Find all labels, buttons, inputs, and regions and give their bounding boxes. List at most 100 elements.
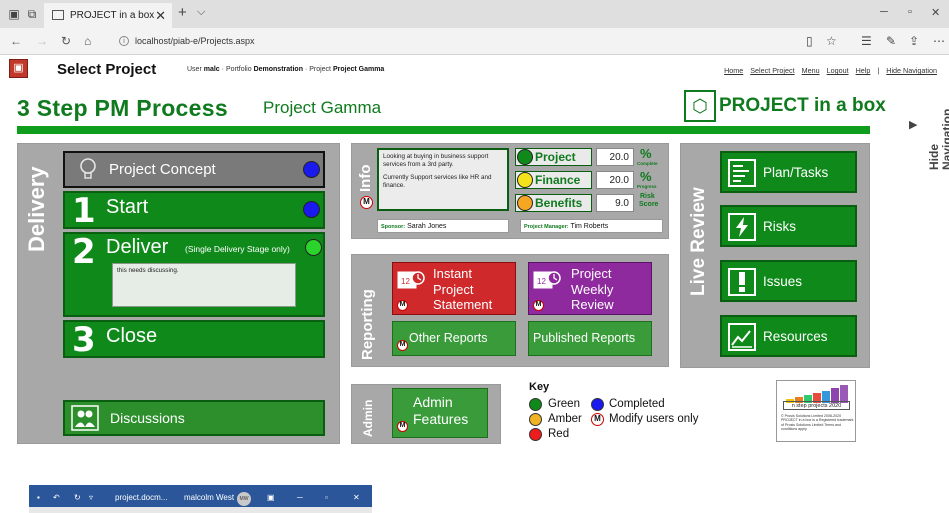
project-manager-name: Tim Roberts	[570, 223, 609, 230]
project-row-label: Project	[535, 150, 576, 164]
modify-key-badge: M	[591, 413, 604, 426]
share-icon[interactable]: ⇪	[909, 34, 919, 48]
deliver-step-button[interactable]: 2 Deliver (Single Delivery Stage only) t…	[63, 232, 325, 317]
link-hide-navigation[interactable]: Hide Navigation	[886, 66, 937, 75]
url-field[interactable]: localhost/piab-e/Projects.aspx	[135, 36, 255, 46]
link-select-project[interactable]: Select Project	[750, 66, 794, 75]
instant-project-statement-button[interactable]: 12 M Instant Project Statement	[392, 262, 516, 315]
finance-status-dot	[517, 172, 533, 188]
red-key-dot	[529, 428, 542, 441]
delivery-label: Delivery	[24, 166, 49, 252]
box-logo-icon[interactable]: ▣	[9, 59, 28, 78]
favorite-star-icon[interactable]: ☆	[826, 34, 837, 48]
minimize-icon[interactable]: ─	[297, 493, 303, 502]
finance-row-label: Finance	[535, 173, 581, 187]
forward-icon[interactable]: →	[36, 34, 48, 48]
reading-view-icon[interactable]: ▯	[806, 34, 813, 48]
ruler	[29, 507, 372, 513]
avatar[interactable]: MW	[237, 492, 251, 506]
concept-status-dot	[303, 161, 320, 178]
amber-key-dot	[529, 413, 542, 426]
published-reports-button[interactable]: Published Reports	[528, 321, 652, 356]
start-step-button[interactable]: 1 Start	[63, 191, 325, 231]
summary-line: Currently Support services like HR and f…	[383, 174, 492, 189]
home-icon[interactable]: ⌂	[84, 34, 91, 48]
more-icon[interactable]: ⋯	[933, 34, 945, 48]
step-number: 3	[72, 320, 96, 360]
benefits-row-label: Benefits	[535, 196, 583, 210]
undo-icon[interactable]: ↶	[53, 493, 60, 502]
close-window-icon[interactable]: ✕	[931, 6, 940, 19]
chevron-down-icon[interactable]: ⌵	[197, 6, 205, 19]
project-concept-button[interactable]: Project Concept	[63, 151, 325, 188]
hide-navigation-toggle[interactable]: ▶ Hide Navigation	[907, 100, 949, 180]
ribbon-display-icon[interactable]: ▣	[267, 493, 275, 502]
green-key-label: Green	[548, 398, 580, 410]
project-title: Project Gamma	[263, 98, 382, 117]
link-help[interactable]: Help	[856, 66, 871, 75]
modify-key-label: Modify users only	[609, 413, 699, 425]
pen-icon[interactable]: ✎	[886, 34, 896, 48]
close-icon[interactable]: ✕	[353, 493, 360, 502]
tab-preview-icon[interactable]: ⧉	[24, 6, 40, 22]
close-label: Close	[106, 325, 158, 347]
close-step-button[interactable]: 3 Close	[63, 320, 325, 360]
plan-tasks-button[interactable]: Plan/Tasks	[720, 151, 857, 193]
modify-users-badge: M	[397, 421, 408, 432]
risks-button[interactable]: Risks	[720, 205, 857, 247]
page-icon	[52, 10, 64, 20]
tasks-icon	[728, 159, 756, 187]
save-icon[interactable]: ▪	[37, 493, 40, 502]
modify-users-badge: M	[533, 300, 544, 311]
refresh-icon[interactable]: ↻	[61, 34, 71, 48]
start-status-dot	[303, 201, 320, 218]
favorites-hub-icon[interactable]: ☰	[861, 34, 872, 48]
modify-users-badge: M	[360, 196, 373, 209]
box-brand-icon: ⬡	[684, 90, 716, 122]
word-titlebar: ▪ ↶ ↻ ▿ project.docm... malcolm West MW …	[29, 485, 372, 513]
browser-tab[interactable]: PROJECT in a box ✕	[44, 3, 172, 28]
svg-text:12: 12	[401, 277, 410, 286]
top-links: Home Select Project Menu Logout Help | H…	[719, 66, 937, 75]
project-manager-field: Project Manager: Tim Roberts	[520, 219, 663, 233]
admin-features-button[interactable]: M Admin Features	[392, 388, 488, 438]
redo-icon[interactable]: ↻	[74, 493, 81, 502]
people-icon	[71, 405, 99, 431]
tab-actions-icon[interactable]: ▣	[6, 6, 22, 22]
project-concept-label: Project Concept	[109, 161, 216, 178]
address-bar: ← → ↻ ⌂ i localhost/piab-e/Projects.aspx…	[0, 28, 949, 55]
risk-unit: Risk	[640, 193, 655, 200]
admin-label: Admin	[361, 399, 375, 437]
app-window: ▣ ⧉ PROJECT in a box ✕ + ⌵ ─ ▫ ✕ ← → ↻ ⌂…	[0, 0, 949, 513]
maximize-icon[interactable]: ▫	[908, 6, 912, 18]
new-tab-icon[interactable]: +	[178, 4, 187, 21]
close-tab-icon[interactable]: ✕	[155, 3, 166, 28]
info-icon[interactable]: i	[119, 36, 129, 46]
other-reports-button[interactable]: M Other Reports	[392, 321, 516, 356]
minimize-icon[interactable]: ─	[880, 6, 888, 18]
modify-users-badge: M	[397, 340, 408, 351]
account-name[interactable]: malcolm West	[184, 493, 234, 502]
other-reports-label: Other Reports	[409, 331, 488, 345]
published-reports-label: Published Reports	[533, 331, 636, 345]
lightbulb-icon	[80, 158, 96, 179]
calendar-clock-icon: 12	[397, 271, 425, 289]
project-weekly-review-button[interactable]: 12 M Project Weekly Review	[528, 262, 652, 315]
n-step-logo: n step projects 2020 © Prosis Solutions …	[776, 380, 856, 442]
line-graph-icon	[728, 323, 756, 351]
link-logout[interactable]: Logout	[827, 66, 849, 75]
discussions-button[interactable]: Discussions	[63, 400, 325, 436]
lightning-icon	[728, 213, 756, 241]
finance-unit: %	[640, 169, 652, 184]
issues-button[interactable]: Issues	[720, 260, 857, 302]
link-home[interactable]: Home	[724, 66, 743, 75]
project-status-dot	[517, 149, 533, 165]
back-icon[interactable]: ←	[10, 34, 22, 48]
maximize-icon[interactable]: ▫	[325, 493, 328, 502]
customize-icon[interactable]: ▿	[89, 493, 93, 502]
finance-progress-value: 20.0	[596, 171, 634, 189]
sponsor-field: Sponsor: Sarah Jones	[377, 219, 509, 233]
resources-button[interactable]: Resources	[720, 315, 857, 357]
instant-label: Instant Project Statement	[433, 266, 493, 312]
link-menu[interactable]: Menu	[802, 66, 820, 75]
